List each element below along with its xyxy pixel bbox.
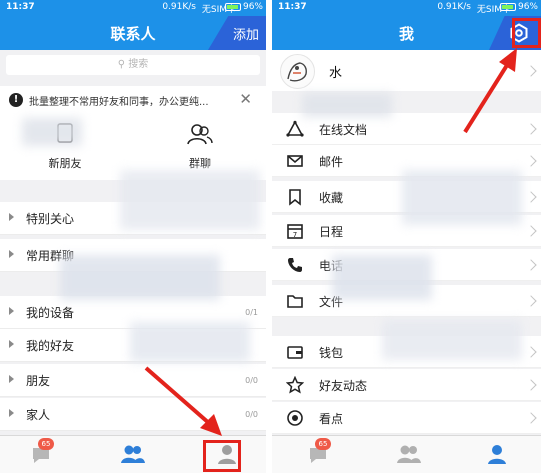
status-bar: 11:37 0.91K/s 无SIM卡 96% xyxy=(0,0,266,16)
add-button-label: 添加 xyxy=(232,28,259,43)
notice-text: 批量整理不常用好友和同事，办公更纯... xyxy=(29,97,209,108)
mail-icon xyxy=(287,155,303,167)
phone-icon xyxy=(288,258,302,272)
menu-label: 邮件 xyxy=(319,155,344,169)
online-doc-icon xyxy=(286,120,304,137)
menu-label: 好友动态 xyxy=(319,379,368,393)
group-chat-icon xyxy=(187,124,213,145)
status-network-speed: 0.91K/s xyxy=(162,2,196,12)
arrow-annotation-icon xyxy=(144,366,222,436)
tab-messages[interactable]: 65 xyxy=(307,438,335,467)
me-screen: 11:37 0.91K/s 无SIM卡 96% 我 水 在线文档 邮件 收藏 7… xyxy=(272,0,541,473)
blur-patch xyxy=(302,93,392,117)
chevron-right-icon xyxy=(525,346,537,358)
chevron-right-icon xyxy=(525,225,537,237)
contacts-header: 联系人 添加 xyxy=(0,16,266,50)
group-count: 0/1 xyxy=(245,308,258,317)
bottom-tab-bar: 65 xyxy=(272,435,541,473)
favorite-icon xyxy=(289,189,301,206)
info-icon: ! xyxy=(9,93,23,107)
chevron-right-icon xyxy=(525,412,537,424)
menu-label: 收藏 xyxy=(319,191,344,205)
chevron-right-icon xyxy=(525,191,537,203)
tab-contacts[interactable] xyxy=(120,443,148,467)
chevron-right-icon xyxy=(525,65,537,77)
folder-icon xyxy=(287,295,303,308)
arrow-annotation-icon xyxy=(463,48,517,134)
group-count: 0/0 xyxy=(245,376,258,385)
status-time: 11:37 xyxy=(278,2,307,12)
group-count: 0/0 xyxy=(245,410,258,419)
group-chat-button[interactable]: 群聊 xyxy=(155,122,245,171)
new-friend-label: 新朋友 xyxy=(48,157,82,170)
chevron-right-icon xyxy=(525,123,537,135)
blur-patch xyxy=(130,322,250,362)
menu-label: 在线文档 xyxy=(319,123,368,137)
tab-me[interactable] xyxy=(485,443,513,467)
status-battery: 96% xyxy=(224,2,263,12)
group-chat-label: 群聊 xyxy=(189,157,211,170)
menu-label: 日程 xyxy=(319,225,344,239)
svg-text:7: 7 xyxy=(293,231,297,239)
blur-patch xyxy=(60,255,220,300)
menu-item[interactable]: 看点 xyxy=(272,402,541,434)
expand-arrow-icon xyxy=(9,340,14,348)
expand-arrow-icon xyxy=(9,307,14,315)
menu-label: 钱包 xyxy=(319,346,344,360)
chevron-right-icon xyxy=(525,379,537,391)
battery-icon xyxy=(499,2,516,11)
chevron-right-icon xyxy=(525,259,537,271)
expand-arrow-icon xyxy=(9,409,14,417)
search-input[interactable]: ⚲ 搜索 xyxy=(6,55,260,75)
group-name: 特别关心 xyxy=(26,212,75,226)
close-icon[interactable]: ✕ xyxy=(239,90,252,108)
blur-patch xyxy=(22,118,82,146)
battery-icon xyxy=(224,2,241,11)
unread-badge: 65 xyxy=(38,438,54,450)
status-battery: 96% xyxy=(499,2,538,12)
menu-item[interactable]: 好友动态 xyxy=(272,369,541,401)
search-icon: ⚲ xyxy=(117,59,126,70)
tab-contacts[interactable] xyxy=(396,443,424,467)
highlight-box xyxy=(203,440,241,472)
blur-patch xyxy=(382,320,522,360)
group-name: 我的好友 xyxy=(26,339,75,353)
notice-banner[interactable]: ! 批量整理不常用好友和同事，办公更纯... ✕ xyxy=(0,86,266,115)
status-network-speed: 0.91K/s xyxy=(437,2,471,12)
avatar xyxy=(280,54,315,89)
star-icon xyxy=(286,376,304,394)
contacts-icon xyxy=(397,445,421,463)
blur-patch xyxy=(332,255,432,300)
search-placeholder: 搜索 xyxy=(128,59,149,70)
chevron-right-icon xyxy=(525,295,537,307)
wallet-icon xyxy=(287,346,303,359)
blur-patch xyxy=(120,170,260,230)
group-name: 我的设备 xyxy=(26,306,75,320)
expand-arrow-icon xyxy=(9,250,14,258)
contacts-icon xyxy=(121,445,145,463)
group-name: 朋友 xyxy=(26,374,51,388)
status-time: 11:37 xyxy=(6,2,35,12)
unread-badge: 65 xyxy=(315,438,331,450)
status-bar: 11:37 0.91K/s 无SIM卡 96% xyxy=(272,0,541,16)
chevron-right-icon xyxy=(525,155,537,167)
profile-name: 水 xyxy=(329,66,343,81)
tab-messages[interactable]: 65 xyxy=(30,438,58,467)
group-name: 家人 xyxy=(26,408,51,422)
menu-label: 看点 xyxy=(319,412,344,426)
person-icon xyxy=(488,445,506,464)
expand-arrow-icon xyxy=(9,213,14,221)
avatar-drawing-icon xyxy=(287,62,307,82)
calendar-icon: 7 xyxy=(287,224,303,239)
blur-patch xyxy=(402,170,522,225)
contacts-screen: 11:37 0.91K/s 无SIM卡 96% 联系人 添加 ⚲ 搜索 ! 批量… xyxy=(0,0,266,473)
expand-arrow-icon xyxy=(9,375,14,383)
watch-icon xyxy=(287,410,303,426)
